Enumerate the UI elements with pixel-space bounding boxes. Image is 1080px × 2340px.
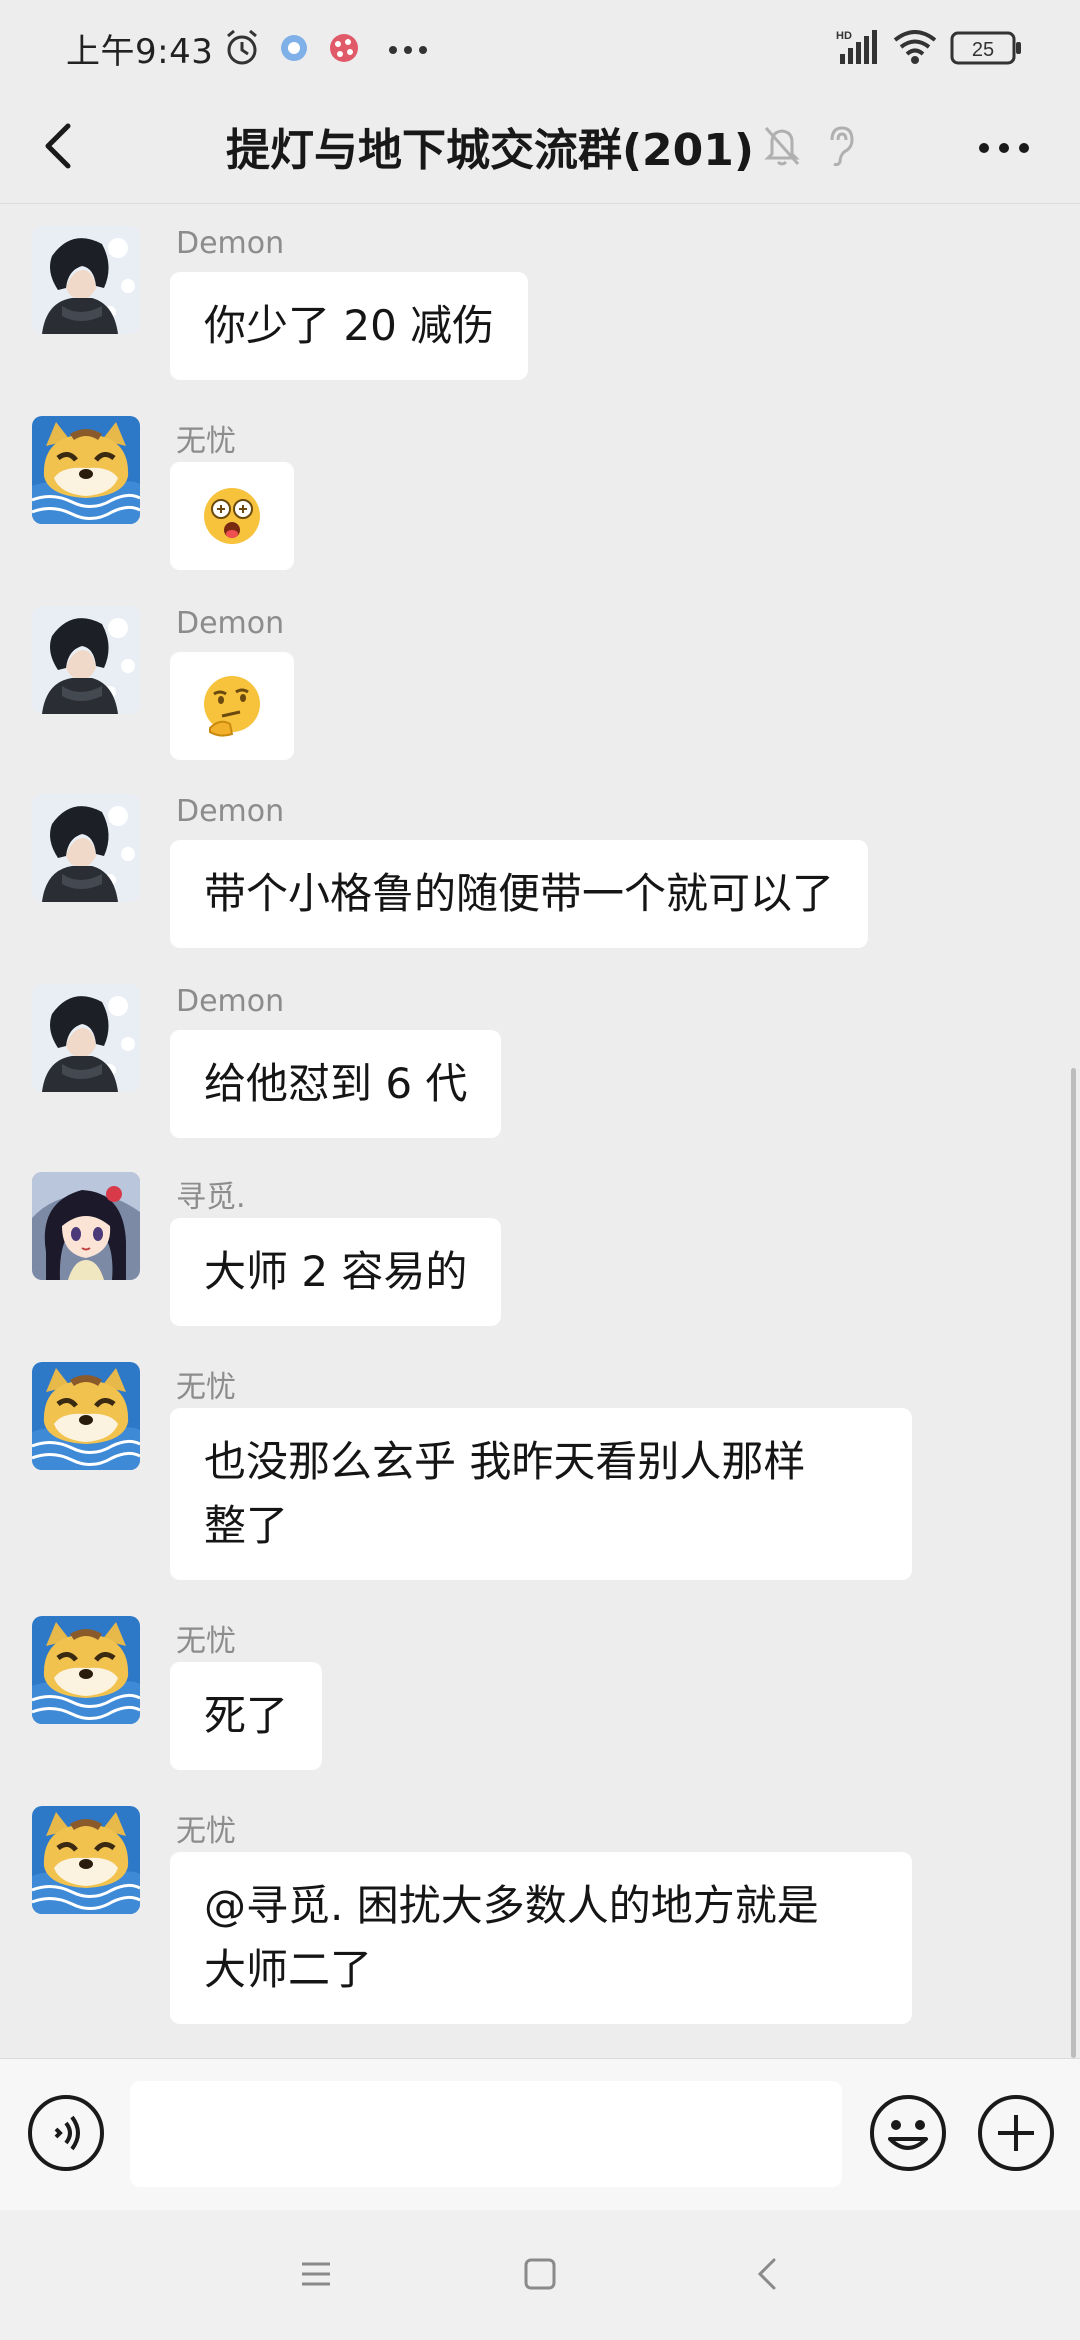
home-button[interactable] <box>520 2254 560 2294</box>
voice-input-button[interactable] <box>26 2093 106 2173</box>
message-bubble[interactable]: 大师 2 容易的 <box>170 1218 502 1326</box>
wifi-icon <box>892 28 938 70</box>
sender-name: Demon <box>176 984 285 1019</box>
avatar[interactable] <box>32 416 140 524</box>
thinking-emoji-icon <box>204 676 260 737</box>
avatar[interactable] <box>32 1172 140 1280</box>
more-options-button[interactable] <box>972 126 1036 170</box>
alarm-icon <box>222 28 262 72</box>
message-bubble[interactable]: @寻觅. 困扰大多数人的地方就是 大师二了 <box>170 1852 912 2024</box>
avatar[interactable] <box>32 984 140 1092</box>
message-bubble[interactable] <box>170 652 294 760</box>
sender-name: Demon <box>176 606 285 641</box>
system-nav-bar <box>0 2210 1080 2340</box>
system-back-button[interactable] <box>748 2254 788 2294</box>
mute-bell-icon <box>764 127 800 166</box>
avatar[interactable] <box>32 794 140 902</box>
smiley-icon <box>870 2095 946 2171</box>
app-notification-icon <box>278 32 310 68</box>
sender-name: 无忧 <box>176 1370 236 1405</box>
sender-name: 无忧 <box>176 424 236 459</box>
avatar[interactable] <box>32 1806 140 1914</box>
recents-button[interactable] <box>296 2254 336 2294</box>
message-bubble[interactable]: 你少了 20 减伤 <box>170 272 529 380</box>
message-bubble[interactable]: 给他怼到 6 代 <box>170 1030 502 1138</box>
chevron-left-icon <box>757 2258 776 2290</box>
message-bubble[interactable]: 死了 <box>170 1662 323 1770</box>
more-notifications-icon <box>388 40 428 59</box>
sender-name: 无忧 <box>176 1624 236 1659</box>
avatar[interactable] <box>32 606 140 714</box>
emoji-button[interactable] <box>868 2093 948 2173</box>
message-line: @寻觅. 困扰大多数人的地方就是 <box>204 1881 819 1930</box>
battery-icon: 25 <box>950 30 1024 70</box>
chat-header: 提灯与地下城交流群(201) <box>0 92 1080 204</box>
input-bar <box>0 2058 1080 2210</box>
status-bar: 上午9:43 HD 25 <box>0 0 1080 92</box>
message-bubble[interactable]: 带个小格鲁的随便带一个就可以了 <box>170 840 869 948</box>
svg-text:25: 25 <box>972 39 994 61</box>
sender-name: Demon <box>176 794 285 829</box>
chat-title: 提灯与地下城交流群(201) <box>225 125 755 176</box>
message-line: 整了 <box>204 1501 289 1550</box>
earpiece-icon <box>830 126 854 167</box>
status-time: 上午9:43 <box>66 32 214 72</box>
signal-icon: HD <box>836 28 880 70</box>
surprised-tongue-emoji-icon <box>204 488 260 544</box>
app-notification-icon <box>326 30 362 70</box>
avatar[interactable] <box>32 226 140 334</box>
message-line: 也没那么玄乎 我昨天看别人那样 <box>204 1437 806 1486</box>
message-line: 大师二了 <box>204 1945 373 1994</box>
more-dots-icon <box>979 143 1029 153</box>
menu-icon <box>302 2262 330 2286</box>
voice-icon <box>28 2095 104 2171</box>
avatar[interactable] <box>32 1362 140 1470</box>
avatar[interactable] <box>32 1616 140 1724</box>
plus-icon <box>978 2095 1054 2171</box>
sender-name: 寻觅. <box>176 1180 246 1215</box>
message-bubble[interactable]: 也没那么玄乎 我昨天看别人那样 整了 <box>170 1408 912 1580</box>
message-bubble[interactable] <box>170 462 294 570</box>
message-input[interactable] <box>130 2081 842 2187</box>
add-attachment-button[interactable] <box>976 2093 1056 2173</box>
square-icon <box>524 2258 556 2290</box>
scrollbar[interactable] <box>1071 1068 1076 2058</box>
svg-text:HD: HD <box>836 30 852 42</box>
sender-name: 无忧 <box>176 1814 236 1849</box>
sender-name: Demon <box>176 226 285 261</box>
